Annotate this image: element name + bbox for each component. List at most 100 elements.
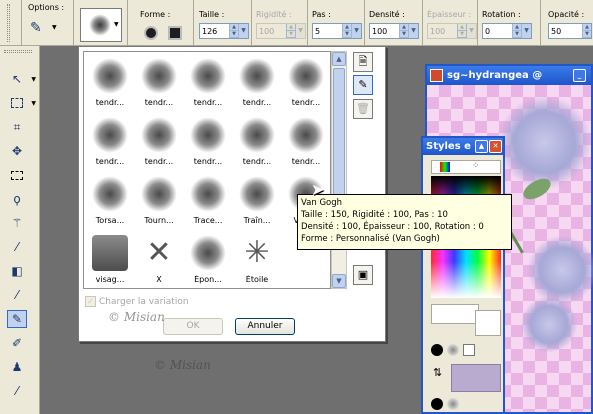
brush-item[interactable]: ✳ Étoile — [233, 231, 281, 289]
pas-value: 5 — [315, 26, 321, 36]
image-window-titlebar[interactable]: sg~hydrangea @ _ — [427, 66, 591, 85]
swatches-tab-icon[interactable]: ⁘ — [472, 161, 480, 171]
hydrangea-image — [527, 235, 593, 305]
crop-icon[interactable]: ⌗ — [7, 118, 27, 136]
taille-spinbox[interactable]: 126 ▲ ▼ ▼ — [199, 23, 249, 39]
brush-thumbnail — [288, 117, 324, 153]
rotation-spinbox[interactable]: 0 ▲ ▼ ▼ — [482, 23, 532, 39]
gradient-mode-icon[interactable] — [447, 398, 459, 410]
palette-tabs: ⁘ — [431, 160, 501, 174]
pas-spinbox[interactable]: 5 ▲ ▼ ▼ — [312, 23, 362, 39]
brush-item[interactable]: tendr... — [86, 113, 134, 171]
toolbar-grip — [0, 0, 22, 46]
brush-item[interactable]: Tourn... — [135, 172, 183, 230]
densite-label: Densité : — [369, 10, 405, 19]
brush-thumbnail — [190, 58, 226, 94]
styles-titlebar[interactable]: Styles e ▲ ✕ — [423, 138, 503, 155]
brush-thumbnail: ✳ — [244, 235, 270, 270]
brush-grid-scrollbar[interactable]: ▲ ▼ — [331, 51, 347, 289]
smudge-icon[interactable]: ⁄ — [7, 382, 27, 400]
brush-item[interactable]: tendr... — [282, 54, 330, 112]
brush-label: Trace... — [193, 216, 223, 225]
close-button[interactable]: ✕ — [489, 140, 502, 153]
retouch-icon[interactable]: ♟ — [7, 358, 27, 376]
flood-fill-icon[interactable]: ◧ — [7, 262, 27, 280]
brush-label: tendr... — [242, 157, 272, 166]
marquee-icon[interactable] — [7, 166, 27, 184]
color-mode-icon[interactable] — [431, 344, 443, 356]
brush-label: tendr... — [242, 98, 272, 107]
brush-item[interactable]: tendr... — [86, 54, 134, 112]
clone-icon[interactable]: ✎ — [7, 310, 27, 328]
paint-brush-icon[interactable]: ⁄ — [7, 286, 27, 304]
swap-colors-icon[interactable]: ⇅ — [433, 366, 442, 379]
color-mode-icon[interactable] — [431, 398, 443, 410]
brush-item[interactable]: ✕ X — [135, 231, 183, 289]
brush-thumbnail — [239, 117, 275, 153]
brush-item[interactable]: tendr... — [135, 54, 183, 112]
move-icon[interactable]: ✥ — [7, 142, 27, 160]
brush-label: Traîn... — [243, 216, 271, 225]
brush-options-icon[interactable]: ✎ — [30, 20, 42, 36]
style-swatch[interactable] — [475, 310, 501, 336]
chevron-down-icon[interactable]: ▼ — [52, 24, 57, 31]
pattern-mode-icon[interactable] — [463, 344, 475, 356]
charger-variation-label: Charger la variation — [99, 296, 189, 307]
brush-label: Étoile — [245, 275, 269, 284]
brush-item[interactable]: Torsa... — [86, 172, 134, 230]
brush-thumbnail — [190, 176, 226, 212]
options-group: Options : ✎ ▼ — [22, 0, 74, 46]
round-shape-button[interactable] — [144, 26, 158, 40]
brush-thumbnail — [190, 235, 226, 271]
hydrangea-image — [497, 95, 592, 190]
brush-thumbnail — [190, 117, 226, 153]
options-label: Options : — [28, 3, 65, 12]
arrow-icon[interactable]: ↖ ▼ — [7, 70, 36, 88]
minimize-button[interactable]: _ — [573, 69, 586, 82]
mouse-cursor-icon: ➤ — [311, 180, 325, 199]
rigidite-spinbox: 100 ▲ ▼ ▼ — [256, 23, 306, 39]
palette-tab-icon[interactable] — [440, 162, 450, 172]
scroll-up-button[interactable]: ▲ — [332, 52, 346, 66]
brush-item[interactable]: tendr... — [135, 113, 183, 171]
gradient-mode-icon[interactable] — [447, 344, 459, 356]
densite-spinbox[interactable]: 100 ▲ ▼ ▼ — [369, 23, 419, 39]
tools-toolbar: ↖ ▼ ▼ ⌗ ✥ ϙ ⚚ ⁄ ◧ ⁄ ✎ ✐ ♟ ⁄ — [0, 46, 40, 414]
brush-label: tendr... — [95, 98, 125, 107]
brush-thumbnail — [239, 176, 275, 212]
chevron-down-icon: ▼ — [114, 21, 119, 28]
scroll-down-button[interactable]: ▼ — [332, 274, 346, 288]
dropper-icon[interactable]: ⁄ — [7, 238, 27, 256]
select-icon[interactable]: ▼ — [7, 94, 36, 112]
collapse-button[interactable]: ▲ — [475, 140, 488, 153]
eraser-icon[interactable]: ✐ — [7, 334, 27, 352]
brush-preview-button[interactable]: ▼ — [80, 8, 122, 42]
foreground-swatch[interactable] — [431, 304, 479, 324]
toolbar-grip — [4, 50, 32, 53]
rotation-label: Rotation : — [482, 10, 521, 19]
wand-icon[interactable]: ⚚ — [7, 214, 27, 232]
import-brush-button[interactable]: ▣ — [353, 265, 373, 285]
opacite-spinbox[interactable]: 50 ▲ ▼ — [548, 23, 592, 39]
create-brush-button[interactable]: ✎ — [353, 75, 373, 95]
watermark: © Misian — [154, 358, 211, 372]
brush-item[interactable]: Trace... — [184, 172, 232, 230]
brush-item[interactable]: Traîn... — [233, 172, 281, 230]
brush-thumbnail — [288, 58, 324, 94]
brush-item[interactable]: tendr... — [184, 54, 232, 112]
square-shape-button[interactable] — [168, 26, 182, 40]
brush-thumbnail — [92, 176, 128, 212]
background-swatch[interactable] — [451, 364, 501, 392]
brush-item[interactable]: tendr... — [282, 113, 330, 171]
brush-item[interactable]: tendr... — [233, 113, 281, 171]
brush-item[interactable]: tendr... — [233, 54, 281, 112]
brush-item[interactable]: Épon... — [184, 231, 232, 289]
cancel-button[interactable]: Annuler — [235, 318, 295, 335]
brush-item[interactable]: visag... — [86, 231, 134, 289]
taille-value: 126 — [202, 26, 218, 36]
edit-brush-button[interactable]: 🗎 — [353, 52, 373, 72]
forme-group: Forme : — [130, 0, 194, 46]
lasso-icon[interactable]: ϙ — [7, 190, 27, 208]
brush-item[interactable]: tendr... — [184, 113, 232, 171]
brush-label: tendr... — [193, 98, 223, 107]
